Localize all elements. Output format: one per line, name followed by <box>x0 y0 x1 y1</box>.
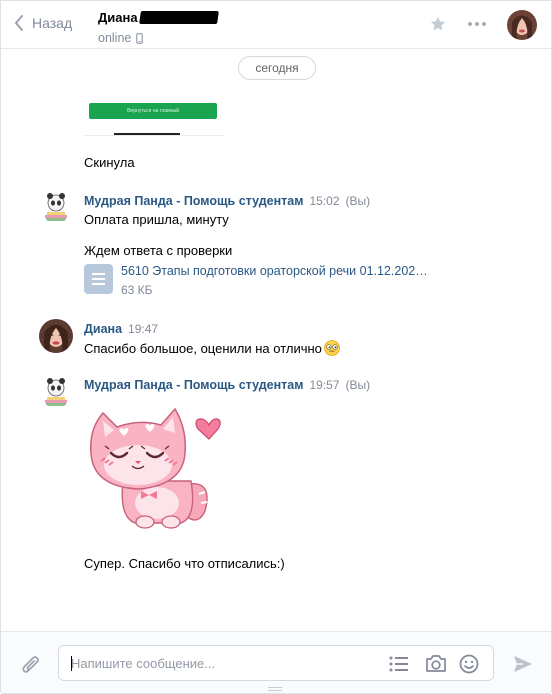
message-text: Оплата пришла, минуту <box>84 212 229 227</box>
message-text: Ждем ответа с проверки <box>84 243 233 258</box>
back-label: Назад <box>32 15 73 31</box>
own-message-mark: (Вы) <box>345 378 371 392</box>
message-text-row: Спасибо большое, оценили на отлично <box>84 340 341 356</box>
smile-icon[interactable] <box>459 654 479 674</box>
text-caret <box>71 656 72 671</box>
message-header: Мудрая Панда - Помощь студентам 15:02 (В… <box>84 194 370 208</box>
peer-name: Диана <box>98 10 138 25</box>
document-size: 63 КБ <box>121 283 153 297</box>
star-icon[interactable] <box>429 15 447 33</box>
message-input-box[interactable] <box>58 645 494 681</box>
author-name[interactable]: Мудрая Панда - Помощь студентам <box>84 194 303 208</box>
more-icon[interactable] <box>467 21 487 27</box>
resize-handle[interactable] <box>268 687 282 693</box>
own-message-mark: (Вы) <box>345 194 371 208</box>
chevron-left-icon <box>15 15 23 31</box>
peer-info[interactable]: Диана online <box>98 10 219 45</box>
phone-icon <box>136 32 144 44</box>
message-text: Скинула <box>84 155 135 170</box>
message-text: Супер. Спасибо что отписались:) <box>84 556 285 571</box>
message-composer <box>1 631 551 693</box>
document-attachment[interactable]: 5610 Этапы подготовки ораторской речи 01… <box>84 264 428 297</box>
message-time[interactable]: 15:02 <box>309 194 339 208</box>
cat-sticker[interactable] <box>83 399 223 533</box>
sender-avatar[interactable] <box>39 374 73 408</box>
image-attachment[interactable]: Вернуться на главный <box>84 95 224 137</box>
message-header: Диана 19:47 <box>84 322 158 336</box>
peer-avatar[interactable] <box>507 10 537 40</box>
send-icon[interactable] <box>513 655 533 673</box>
message-text: Спасибо большое, оценили на отлично <box>84 340 322 356</box>
chat-header: Назад Диана online <box>1 1 551 49</box>
attachment-green-button: Вернуться на главный <box>89 103 217 119</box>
peer-status: online <box>98 31 132 45</box>
back-button[interactable]: Назад <box>14 15 72 31</box>
paperclip-icon[interactable] <box>21 654 41 676</box>
message-header: Мудрая Панда - Помощь студентам 19:57 (В… <box>84 378 370 392</box>
message-input[interactable] <box>71 646 371 680</box>
camera-icon[interactable] <box>425 654 447 673</box>
document-icon <box>84 264 113 294</box>
message-time[interactable]: 19:57 <box>309 378 339 392</box>
sender-avatar[interactable] <box>39 319 73 353</box>
sender-avatar[interactable] <box>39 189 73 223</box>
message-time[interactable]: 19:47 <box>128 322 158 336</box>
author-name[interactable]: Мудрая Панда - Помощь студентам <box>84 378 303 392</box>
list-icon[interactable] <box>389 656 409 672</box>
date-separator: сегодня <box>238 56 316 80</box>
emoji-icon <box>324 340 340 356</box>
author-name[interactable]: Диана <box>84 322 122 336</box>
attachment-divider <box>84 135 224 136</box>
redacted-surname <box>138 11 219 24</box>
document-name[interactable]: 5610 Этапы подготовки ораторской речи 01… <box>121 264 428 278</box>
chat-window: Назад Диана online сегодня Вернуться на … <box>0 0 552 694</box>
